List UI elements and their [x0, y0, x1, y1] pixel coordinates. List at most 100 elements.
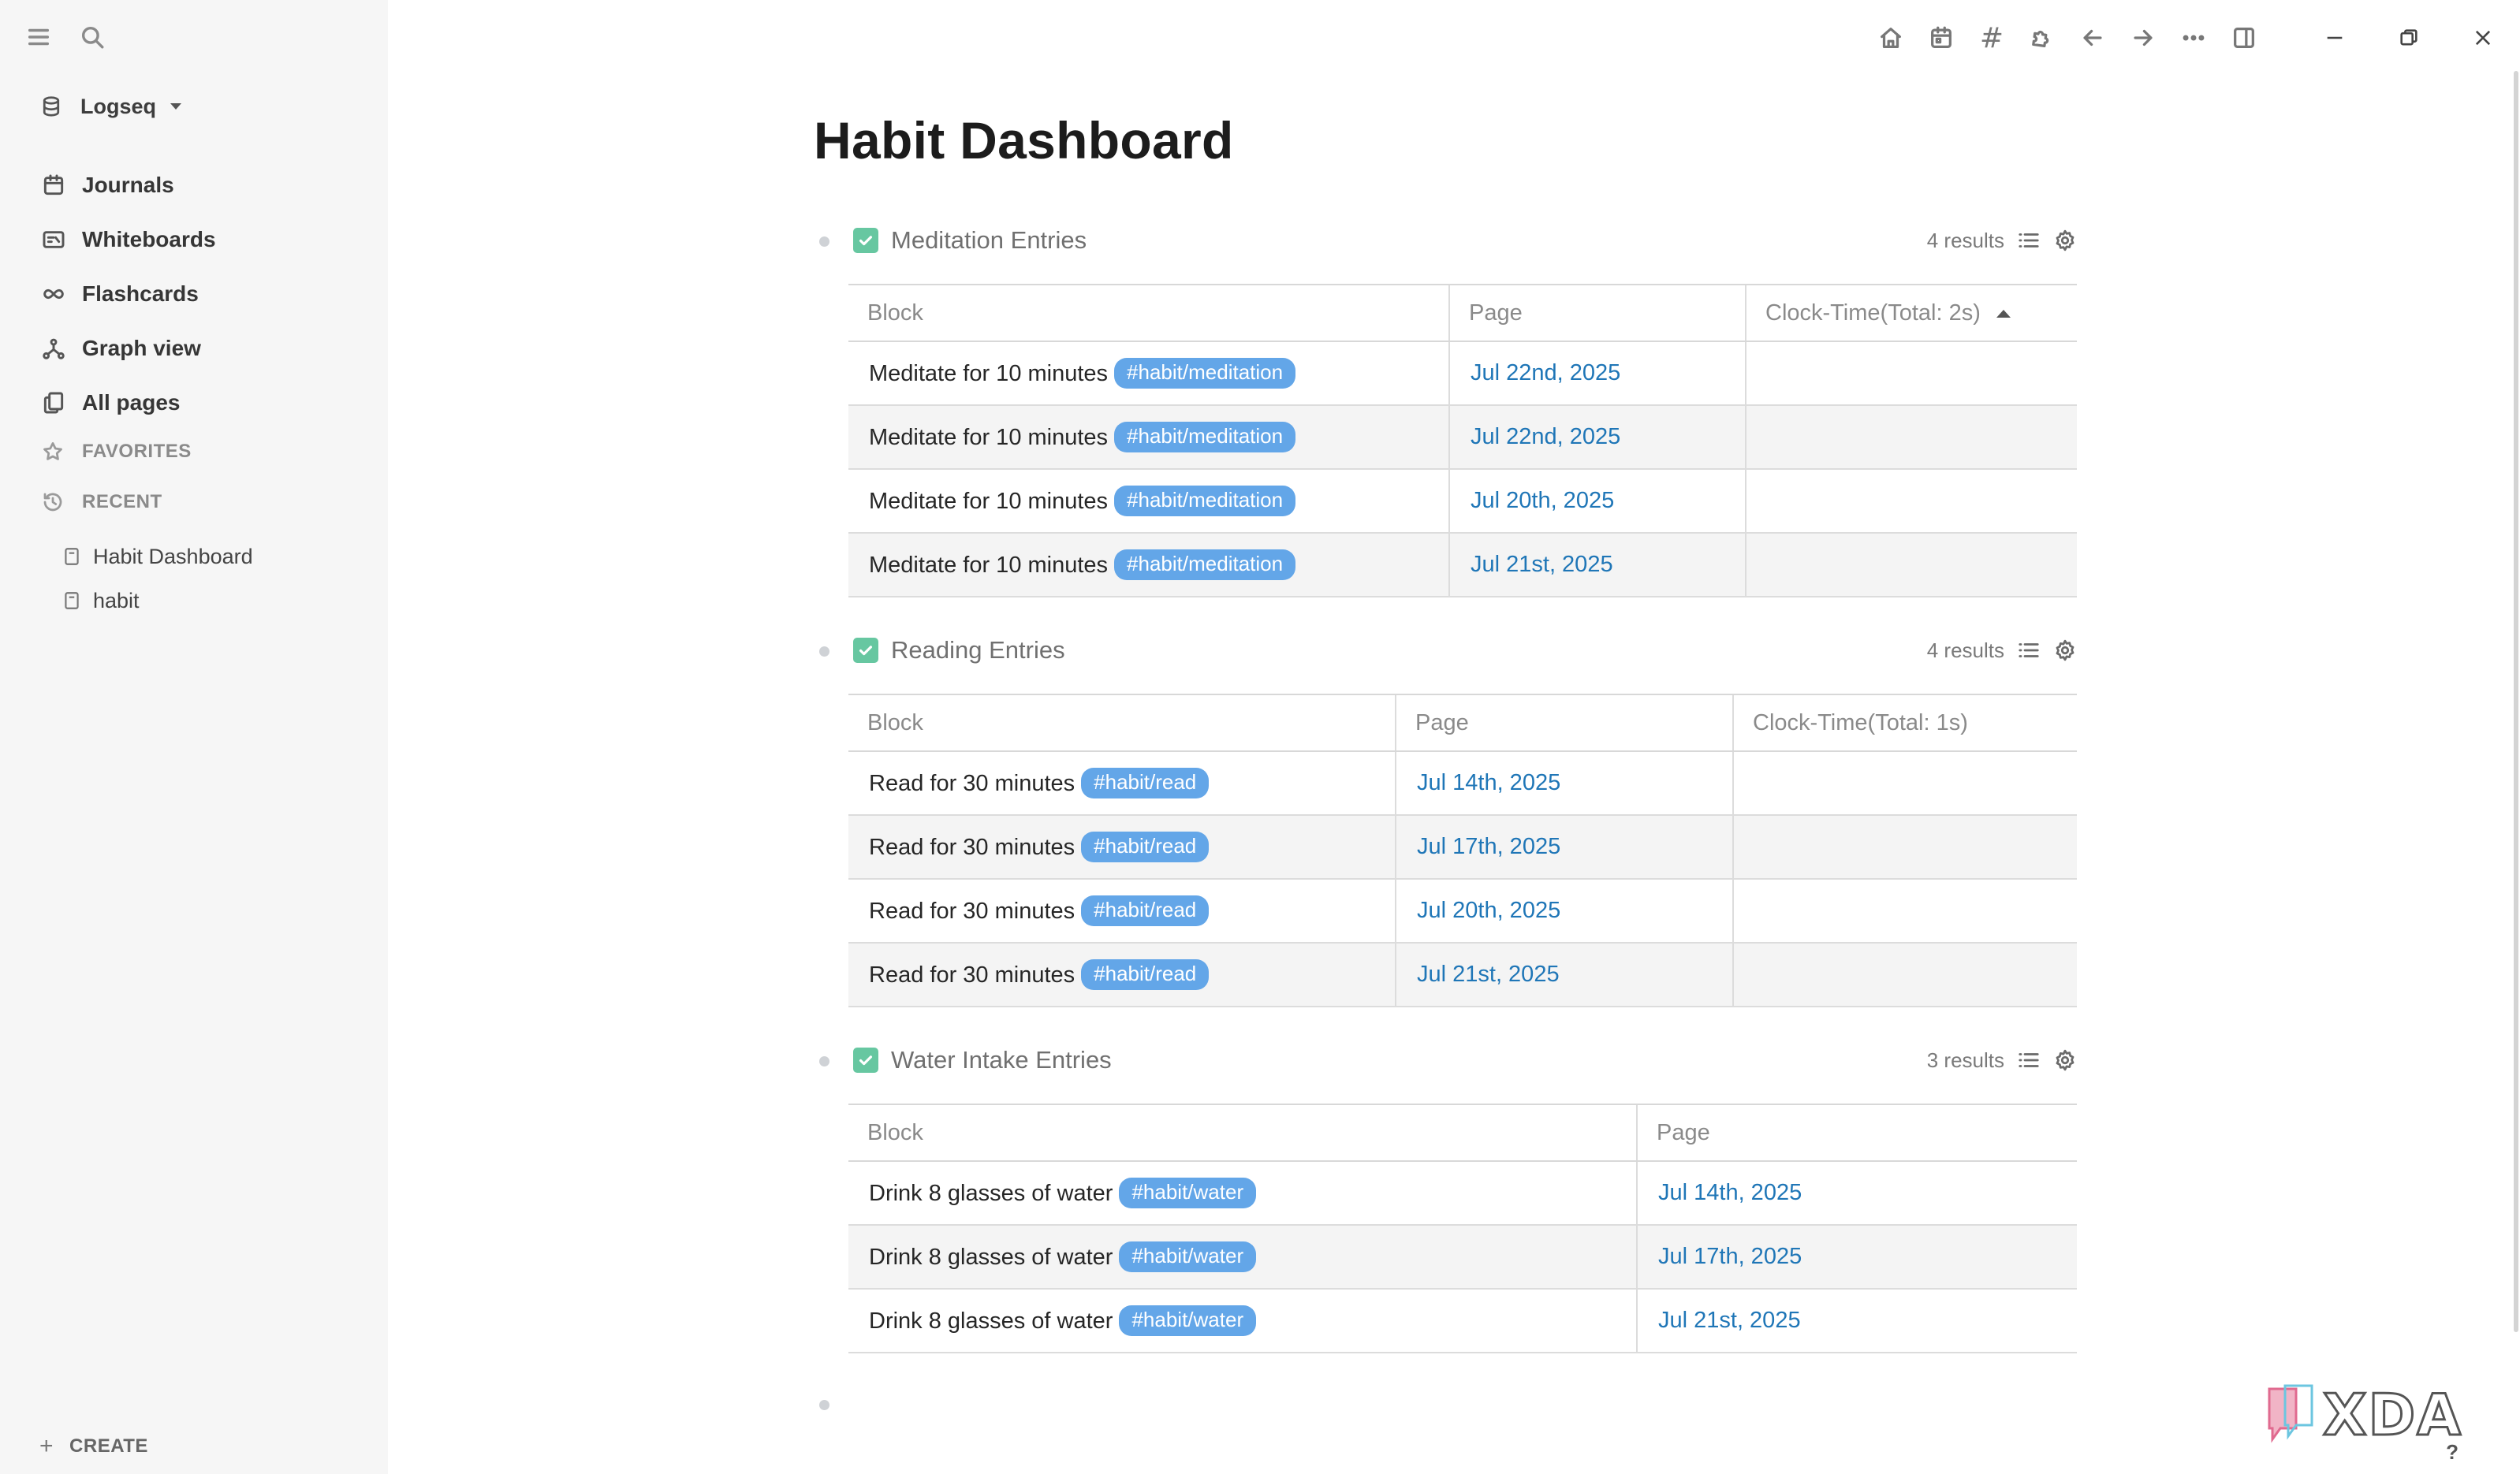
gear-icon[interactable]	[2053, 638, 2077, 662]
recent-header[interactable]: RECENT	[41, 486, 162, 518]
tag-pill[interactable]: #habit/water	[1119, 1241, 1257, 1272]
repo-selector[interactable]: Logseq	[39, 90, 182, 123]
checkbox-icon[interactable]	[853, 638, 878, 663]
table-row[interactable]: Meditate for 10 minutes #habit/meditation…	[848, 341, 2077, 406]
minimize-icon[interactable]	[2298, 17, 2372, 58]
block-cell[interactable]: Read for 30 minutes #habit/read	[848, 815, 1396, 880]
favorites-header[interactable]: FAVORITES	[41, 436, 192, 467]
tag-pill[interactable]: #habit/read	[1081, 832, 1210, 862]
table-row[interactable]: Read for 30 minutes #habit/read Jul 17th,…	[848, 815, 2077, 880]
table-row[interactable]: Read for 30 minutes #habit/read Jul 14th,…	[848, 751, 2077, 816]
list-icon[interactable]	[2017, 638, 2041, 662]
search-icon[interactable]	[77, 22, 107, 52]
checkbox-icon[interactable]	[853, 228, 878, 253]
recent-list: Habit Dashboard habit	[63, 534, 253, 623]
sidebar-item-journals[interactable]: Journals	[38, 158, 369, 212]
gear-icon[interactable]	[2053, 229, 2077, 252]
sidebar-item-label: Whiteboards	[82, 226, 216, 251]
query-title[interactable]: Meditation Entries	[891, 226, 1087, 255]
page-link[interactable]: Jul 17th, 2025	[1636, 1225, 2077, 1290]
block-cell[interactable]: Drink 8 glasses of water #habit/water	[848, 1289, 1637, 1353]
tag-pill[interactable]: #habit/water	[1119, 1178, 1257, 1208]
calendar-icon[interactable]	[1916, 17, 1966, 58]
tag-pill[interactable]: #habit/read	[1081, 959, 1210, 990]
block-bullet[interactable]	[819, 646, 829, 657]
table-row[interactable]: Meditate for 10 minutes #habit/meditation…	[848, 405, 2077, 470]
page-link[interactable]: Jul 21st, 2025	[1395, 943, 1733, 1007]
puzzle-icon[interactable]	[2017, 17, 2067, 58]
page-link[interactable]: Jul 14th, 2025	[1395, 751, 1733, 816]
table-row[interactable]: Drink 8 glasses of water #habit/water Jul…	[848, 1225, 2077, 1290]
table-row[interactable]: Drink 8 glasses of water #habit/water Jul…	[848, 1289, 2077, 1353]
arrow-right-icon[interactable]	[2118, 17, 2168, 58]
tag-pill[interactable]: #habit/read	[1081, 768, 1210, 798]
block-cell[interactable]: Read for 30 minutes #habit/read	[848, 879, 1396, 944]
close-icon[interactable]	[2446, 17, 2520, 58]
recent-item[interactable]: Habit Dashboard	[63, 534, 253, 579]
menu-icon[interactable]	[24, 22, 54, 52]
empty-block-bullet[interactable]	[819, 1400, 829, 1410]
create-button[interactable]: + CREATE	[39, 1433, 148, 1460]
block-text: Meditate for 10 minutes	[869, 361, 1109, 386]
column-header-block[interactable]: Block	[848, 1104, 1637, 1162]
page-link[interactable]: Jul 20th, 2025	[1448, 469, 1746, 534]
help-button[interactable]: ?	[2446, 1440, 2458, 1465]
block-cell[interactable]: Meditate for 10 minutes #habit/meditation	[848, 341, 1449, 406]
table-row[interactable]: Meditate for 10 minutes #habit/meditation…	[848, 533, 2077, 597]
gear-icon[interactable]	[2053, 1048, 2077, 1072]
tag-pill[interactable]: #habit/water	[1119, 1305, 1257, 1336]
list-icon[interactable]	[2017, 229, 2041, 252]
query-title[interactable]: Reading Entries	[891, 636, 1065, 664]
scrollbar-thumb[interactable]	[2514, 71, 2518, 1332]
tag-pill[interactable]: #habit/read	[1081, 895, 1210, 926]
tag-pill[interactable]: #habit/meditation	[1114, 486, 1296, 516]
tag-pill[interactable]: #habit/meditation	[1114, 358, 1296, 389]
sidebar-item-graph-view[interactable]: Graph view	[38, 321, 369, 375]
block-cell[interactable]: Read for 30 minutes #habit/read	[848, 943, 1396, 1007]
column-header-page[interactable]: Page	[1395, 694, 1733, 752]
column-header-clock-time[interactable]: Clock-Time(Total: 1s)	[1732, 694, 2077, 752]
block-text: Meditate for 10 minutes	[869, 553, 1109, 578]
block-cell[interactable]: Read for 30 minutes #habit/read	[848, 751, 1396, 816]
tag-pill[interactable]: #habit/meditation	[1114, 422, 1296, 452]
scrollbar[interactable]	[2512, 71, 2520, 1332]
hash-icon[interactable]: #	[1966, 17, 2017, 58]
table-row[interactable]: Read for 30 minutes #habit/read Jul 21st,…	[848, 943, 2077, 1007]
column-header-clock-time[interactable]: Clock-Time(Total: 2s)	[1745, 284, 2077, 342]
more-icon[interactable]	[2168, 17, 2219, 58]
sidebar-item-all-pages[interactable]: All pages	[38, 375, 369, 430]
column-header-block[interactable]: Block	[848, 284, 1449, 342]
calendar-icon	[43, 174, 64, 195]
sidebar-item-whiteboards[interactable]: Whiteboards	[38, 212, 369, 266]
restore-icon[interactable]	[2372, 17, 2446, 58]
table-row[interactable]: Drink 8 glasses of water #habit/water Jul…	[848, 1161, 2077, 1226]
page-link[interactable]: Jul 17th, 2025	[1395, 815, 1733, 880]
tag-pill[interactable]: #habit/meditation	[1114, 549, 1296, 580]
page-link[interactable]: Jul 20th, 2025	[1395, 879, 1733, 944]
sidebar-item-flashcards[interactable]: Flashcards	[38, 266, 369, 321]
block-bullet[interactable]	[819, 1056, 829, 1066]
block-cell[interactable]: Meditate for 10 minutes #habit/meditation	[848, 469, 1449, 534]
recent-item[interactable]: habit	[63, 579, 253, 623]
block-bullet[interactable]	[819, 236, 829, 247]
checkbox-icon[interactable]	[853, 1048, 878, 1073]
block-cell[interactable]: Drink 8 glasses of water #habit/water	[848, 1161, 1637, 1226]
block-cell[interactable]: Meditate for 10 minutes #habit/meditation	[848, 533, 1449, 597]
block-cell[interactable]: Drink 8 glasses of water #habit/water	[848, 1225, 1637, 1290]
column-header-block[interactable]: Block	[848, 694, 1396, 752]
sidebar-toggle-icon[interactable]	[2219, 17, 2269, 58]
page-link[interactable]: Jul 21st, 2025	[1448, 533, 1746, 597]
home-icon[interactable]	[1866, 17, 1916, 58]
page-link[interactable]: Jul 22nd, 2025	[1448, 341, 1746, 406]
page-link[interactable]: Jul 21st, 2025	[1636, 1289, 2077, 1353]
block-cell[interactable]: Meditate for 10 minutes #habit/meditation	[848, 405, 1449, 470]
list-icon[interactable]	[2017, 1048, 2041, 1072]
column-header-page[interactable]: Page	[1448, 284, 1746, 342]
arrow-left-icon[interactable]	[2067, 17, 2118, 58]
table-row[interactable]: Read for 30 minutes #habit/read Jul 20th,…	[848, 879, 2077, 944]
column-header-page[interactable]: Page	[1636, 1104, 2077, 1162]
table-row[interactable]: Meditate for 10 minutes #habit/meditation…	[848, 469, 2077, 534]
query-title[interactable]: Water Intake Entries	[891, 1046, 1112, 1074]
page-link[interactable]: Jul 14th, 2025	[1636, 1161, 2077, 1226]
page-link[interactable]: Jul 22nd, 2025	[1448, 405, 1746, 470]
